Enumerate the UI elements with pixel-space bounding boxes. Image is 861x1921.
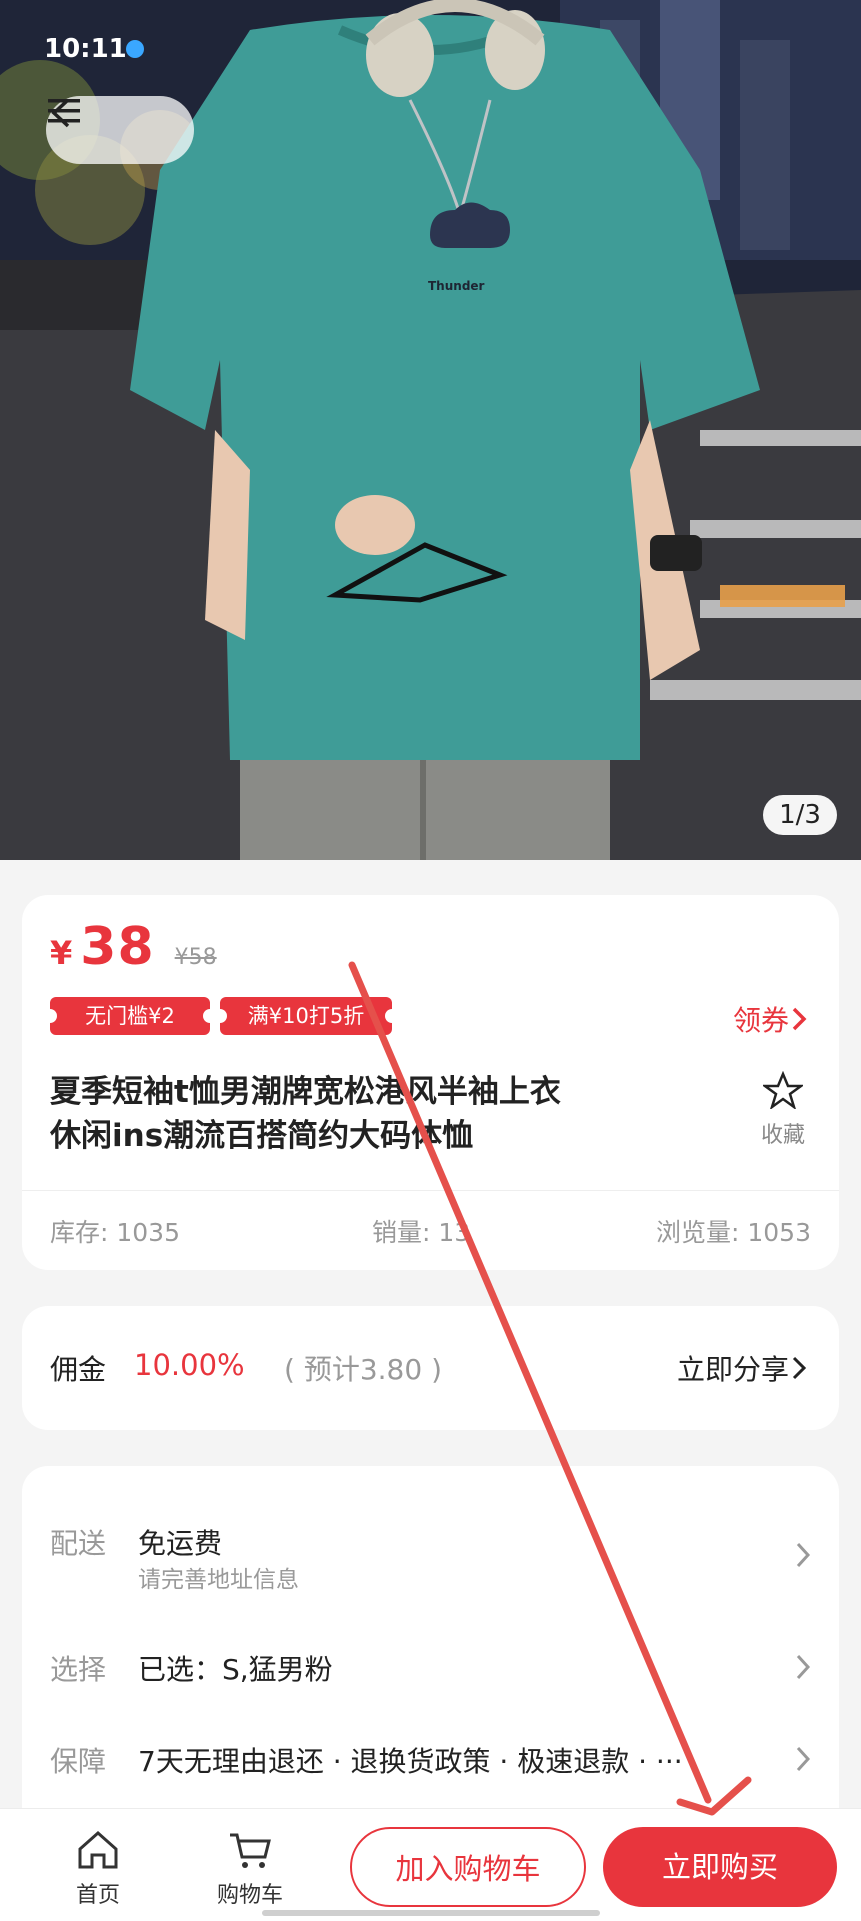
commission-card: 佣金 10.00% ( 预计3.80 ) 立即分享 [22, 1306, 839, 1430]
currency-symbol: ¥ [50, 934, 73, 972]
views-count: 浏览量: 1053 [656, 1218, 811, 1247]
chevron-right-icon [792, 1356, 807, 1380]
favorite-label: 收藏 [760, 1123, 805, 1148]
image-page-indicator: 1/3 [763, 795, 837, 835]
shipping-address-hint: 请完善地址信息 [138, 1567, 299, 1593]
get-coupon-link[interactable]: 领券 [733, 999, 809, 1039]
tab-cart[interactable]: 购物车 [200, 1829, 300, 1909]
hamburger-menu-icon [48, 99, 80, 123]
favorite-button[interactable]: 收藏 [753, 1070, 813, 1149]
home-icon [78, 1830, 118, 1869]
shipping-value: 免运费 [138, 1527, 223, 1560]
tab-home-label: 首页 [75, 1883, 120, 1908]
bottom-action-bar: 首页 购物车 加入购物车 立即购买 [0, 1808, 861, 1921]
shirt-print-text: Thunder [428, 279, 485, 293]
spec-select-row[interactable]: 选择 已选：S,猛男粉 [50, 1642, 813, 1722]
select-label: 选择 [50, 1653, 107, 1686]
sales-count: 销量: 13 [372, 1218, 471, 1247]
chevron-right-icon [796, 1746, 811, 1772]
coupon-badge[interactable]: 满¥10打5折 [213, 997, 399, 1035]
divider [22, 1190, 839, 1191]
chevron-right-icon [792, 1007, 807, 1031]
chevron-right-icon [796, 1654, 811, 1680]
product-image-carousel[interactable]: Thunder 10:11 1/3 [0, 0, 861, 860]
commission-rate: 10.00% [134, 1348, 245, 1382]
get-coupon-label: 领券 [732, 1004, 789, 1037]
tab-cart-label: 购物车 [216, 1883, 283, 1908]
qq-notification-icon [126, 40, 144, 58]
share-now-label: 立即分享 [676, 1353, 789, 1386]
tab-home[interactable]: 首页 [48, 1829, 148, 1909]
buy-now-button[interactable]: 立即购买 [603, 1827, 837, 1907]
purchase-options-card: 配送 免运费 请完善地址信息 选择 已选：S,猛男粉 保障 7天无理由退还 · … [22, 1466, 839, 1826]
shipping-row[interactable]: 配送 免运费 请完善地址信息 [50, 1516, 813, 1596]
commission-estimate: ( 预计3.80 ) [284, 1353, 442, 1386]
top-nav-pill [46, 96, 194, 164]
product-title: 夏季短袖t恤男潮牌宽松港风半袖上衣 休闲ins潮流百搭简约大码体恤 [50, 1070, 690, 1158]
product-info-card: ¥ 38 ¥58 无门槛¥2 满¥10打5折 领券 夏季短袖t恤男潮牌宽松港风半… [22, 895, 839, 1270]
share-now-button[interactable]: 立即分享 [677, 1348, 809, 1388]
home-indicator [262, 1910, 600, 1916]
current-price: 38 [80, 917, 155, 977]
original-price: ¥58 [174, 945, 217, 970]
star-icon [761, 1070, 805, 1111]
chevron-right-icon [796, 1542, 811, 1568]
commission-label: 佣金 [50, 1353, 107, 1386]
menu-button[interactable] [48, 99, 187, 160]
coupon-badge[interactable]: 无门槛¥2 [43, 997, 217, 1035]
shipping-label: 配送 [50, 1527, 107, 1560]
status-bar-time: 10:11 [44, 34, 127, 64]
product-title-line: 休闲ins潮流百搭简约大码体恤 [50, 1118, 474, 1154]
guarantee-label: 保障 [50, 1745, 107, 1778]
price-row: ¥ 38 ¥58 [50, 917, 217, 977]
add-to-cart-button[interactable]: 加入购物车 [350, 1827, 586, 1907]
product-title-line: 夏季短袖t恤男潮牌宽松港风半袖上衣 [50, 1074, 561, 1110]
guarantee-value: 7天无理由退还 · 退换货政策 · 极速退款 · ··· [138, 1745, 683, 1778]
guarantee-row[interactable]: 保障 7天无理由退还 · 退换货政策 · 极速退款 · ··· [50, 1734, 813, 1814]
select-value: 已选：S,猛男粉 [138, 1653, 333, 1686]
cart-icon [230, 1833, 271, 1868]
stock-count: 库存: 1035 [50, 1218, 180, 1247]
